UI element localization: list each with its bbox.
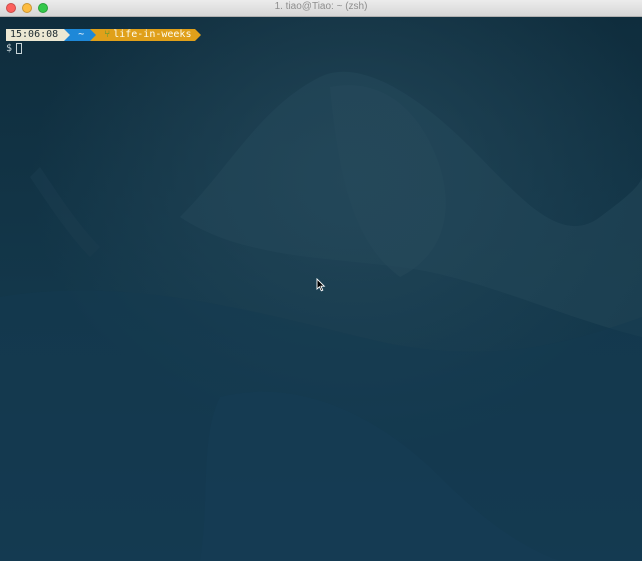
command-input-line[interactable]: $ [6, 42, 23, 54]
title-bar[interactable]: 1. tiao@Tiao: ~ (zsh) [0, 0, 642, 17]
branch-name: life-in-weeks [113, 29, 192, 40]
mouse-pointer-icon [316, 278, 326, 292]
prompt-symbol: $ [6, 42, 13, 54]
window-title: 1. tiao@Tiao: ~ (zsh) [274, 1, 368, 12]
terminal-window: 1. tiao@Tiao: ~ (zsh) 15:06:08 ~ ⑂ life-… [0, 0, 642, 561]
git-branch-icon: ⑂ [104, 29, 111, 40]
text-cursor [16, 42, 23, 54]
prompt-line: 15:06:08 ~ ⑂ life-in-weeks [6, 29, 202, 41]
time-segment: 15:06:08 [6, 29, 65, 41]
terminal-pane[interactable]: 15:06:08 ~ ⑂ life-in-weeks $ [0, 17, 642, 561]
git-segment: ⑂ life-in-weeks [96, 29, 196, 41]
powerline-separator [195, 29, 202, 41]
directory-segment: ~ [70, 29, 91, 41]
